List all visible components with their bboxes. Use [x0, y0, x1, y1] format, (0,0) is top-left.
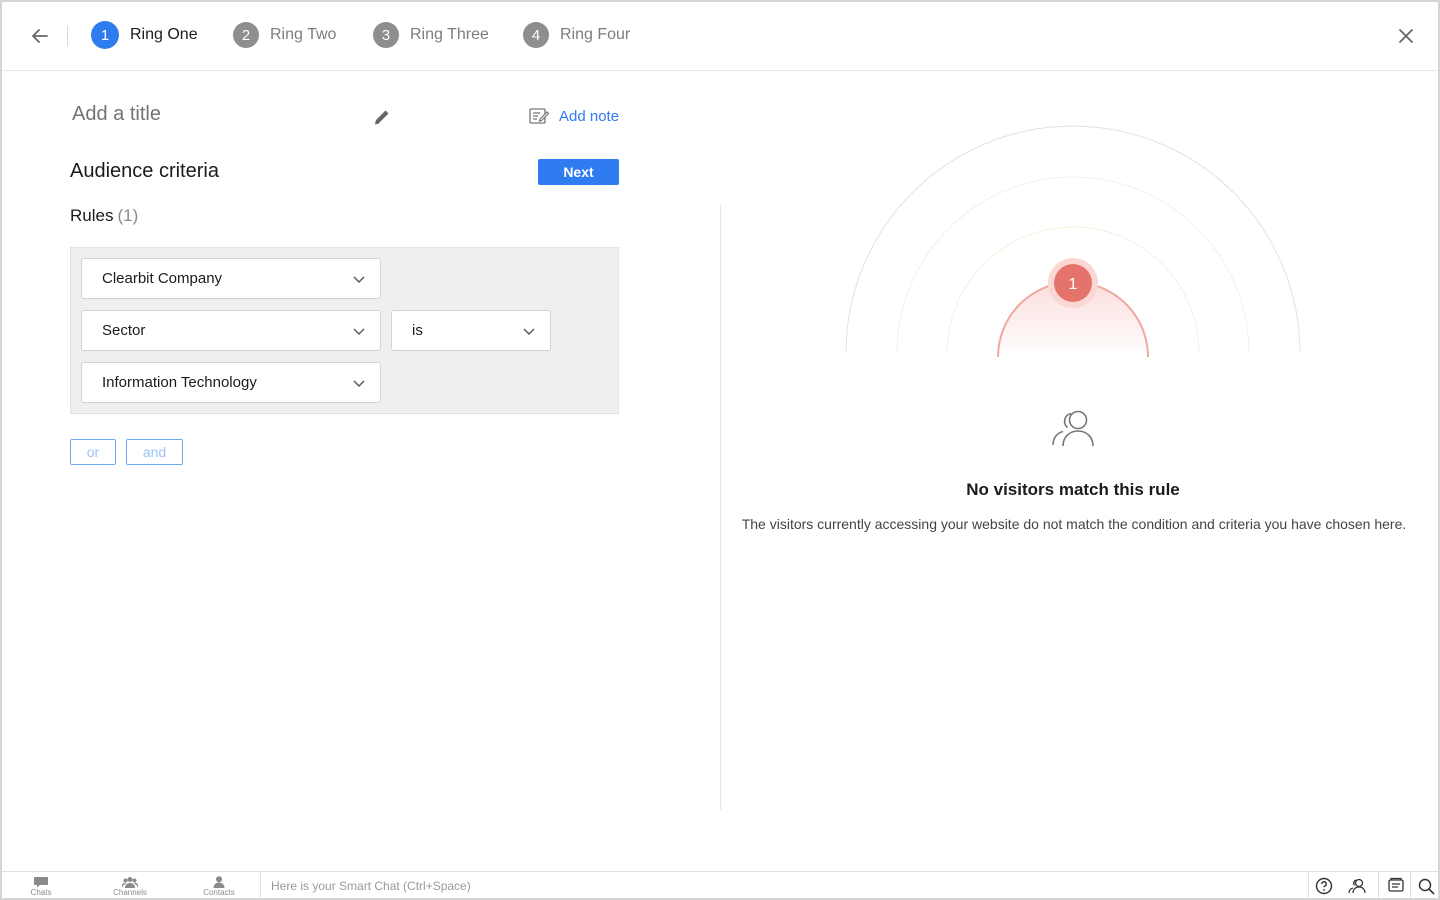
pencil-icon[interactable] — [372, 107, 392, 127]
value-dropdown[interactable]: Information Technology — [81, 362, 381, 403]
step-ring-four[interactable]: 4 Ring Four — [523, 21, 630, 49]
rules-label: Rules — [70, 206, 114, 225]
stepper-bar: 1 Ring One 2 Ring Two 3 Ring Three 4 Rin… — [2, 2, 1438, 71]
step-ring-one[interactable]: 1 Ring One — [91, 21, 198, 49]
rule-card: Clearbit Company Sector is Information T… — [70, 247, 619, 414]
note-icon[interactable] — [529, 107, 549, 125]
divider — [1378, 872, 1379, 899]
group-icon — [122, 877, 138, 888]
section-title: Audience criteria — [70, 160, 219, 182]
help-icon[interactable] — [1315, 877, 1333, 895]
step-label: Ring Three — [410, 26, 489, 43]
step-number: 3 — [373, 22, 399, 48]
bottom-tab-channels[interactable]: Channels — [100, 876, 160, 897]
divider — [67, 26, 68, 46]
empty-state-title: No visitors match this rule — [966, 480, 1180, 499]
field-dropdown-value: Clearbit Company — [102, 270, 223, 287]
chat-bubble-icon — [34, 877, 48, 888]
smart-chat-input[interactable]: Here is your Smart Chat (Ctrl+Space) — [271, 879, 471, 893]
chevron-down-icon — [353, 328, 365, 335]
next-button[interactable]: Next — [538, 159, 619, 185]
chevron-down-icon — [523, 328, 535, 335]
title-input[interactable]: Add a title — [72, 103, 161, 126]
step-number: 1 — [91, 21, 119, 49]
arrow-left-icon[interactable] — [28, 24, 52, 48]
step-ring-two[interactable]: 2 Ring Two — [233, 21, 336, 49]
step-number: 2 — [233, 22, 259, 48]
step-label: Ring One — [130, 26, 198, 43]
visitors-icon[interactable] — [1348, 877, 1366, 895]
rules-heading: Rules (1) — [70, 206, 138, 226]
ring-radar-graphic: 1 — [845, 125, 1301, 358]
operator-dropdown-value: is — [412, 322, 423, 339]
visitors-icon — [1052, 410, 1094, 447]
close-icon[interactable] — [1394, 24, 1418, 48]
or-button[interactable]: or — [70, 439, 116, 465]
rules-count: (1) — [117, 206, 139, 225]
divider — [260, 872, 261, 899]
field-dropdown[interactable]: Clearbit Company — [81, 258, 381, 299]
panel-divider — [720, 205, 721, 810]
step-label: Ring Two — [270, 26, 337, 43]
step-number: 4 — [523, 22, 549, 48]
divider — [1308, 872, 1309, 899]
subfield-dropdown-value: Sector — [102, 322, 146, 339]
chevron-down-icon — [353, 276, 365, 283]
subfield-dropdown[interactable]: Sector — [81, 310, 381, 351]
bottom-tab-label: Contacts — [203, 888, 235, 897]
bottom-tab-label: Channels — [113, 888, 147, 897]
empty-state-description: The visitors currently accessing your we… — [741, 516, 1407, 532]
operator-dropdown[interactable]: is — [391, 310, 551, 351]
divider — [1410, 872, 1411, 899]
chevron-down-icon — [353, 380, 365, 387]
bottom-tab-chats[interactable]: Chats — [11, 876, 71, 897]
feedback-icon[interactable] — [1387, 877, 1405, 895]
bottom-tab-label: Chats — [30, 888, 52, 897]
value-dropdown-value: Information Technology — [102, 374, 257, 391]
person-icon — [213, 876, 225, 888]
search-icon[interactable] — [1417, 877, 1435, 895]
bottom-bar: Chats Channels Contacts Here is your Sma… — [2, 871, 1438, 899]
add-note-link[interactable]: Add note — [559, 108, 619, 125]
ring-badge-number: 1 — [1069, 276, 1078, 293]
and-button[interactable]: and — [126, 439, 183, 465]
step-ring-three[interactable]: 3 Ring Three — [373, 21, 489, 49]
bottom-tab-contacts[interactable]: Contacts — [189, 876, 249, 897]
step-label: Ring Four — [560, 26, 631, 43]
